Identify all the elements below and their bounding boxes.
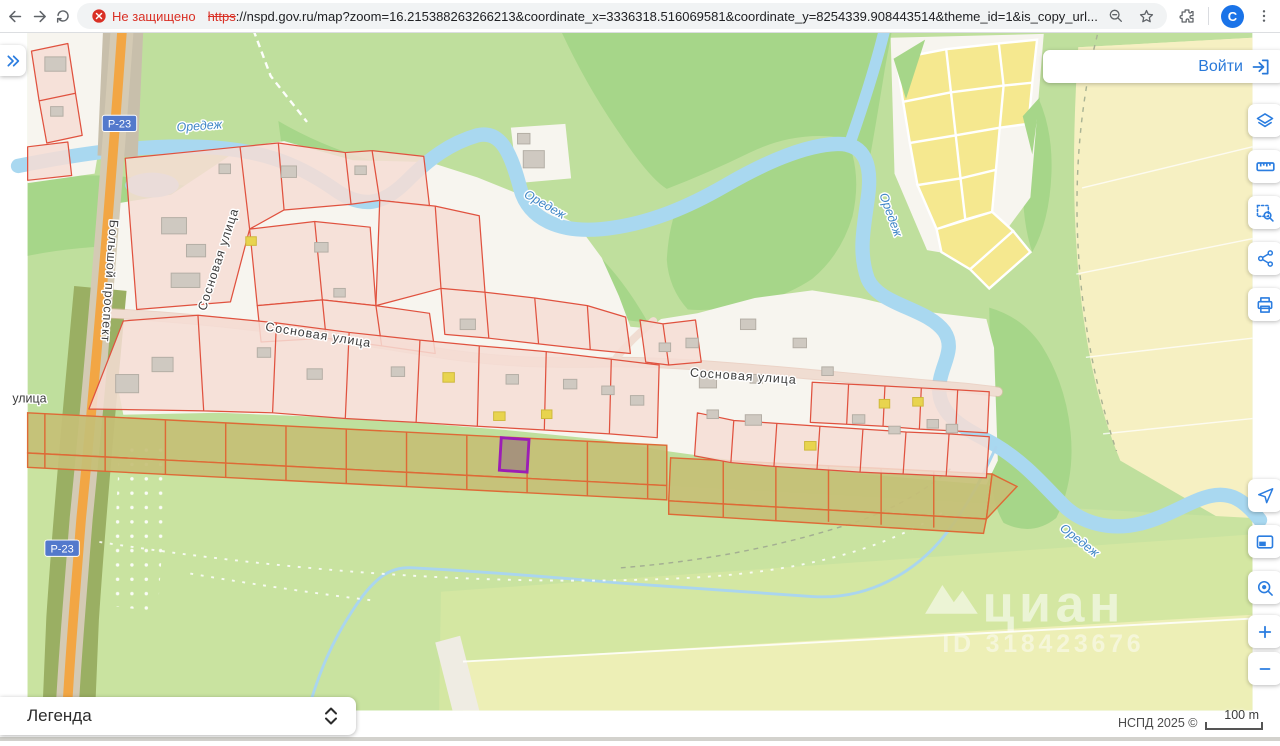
zoom-out-button[interactable] bbox=[1248, 652, 1280, 685]
zoom-in-button[interactable] bbox=[1248, 615, 1280, 648]
error-icon bbox=[92, 9, 106, 23]
login-label: Войти bbox=[1198, 57, 1243, 75]
road-badge-p23-bottom: Р-23 bbox=[44, 539, 80, 557]
forward-icon[interactable] bbox=[28, 5, 50, 27]
browser-toolbar: Не защищено https://nspd.gov.ru/map?zoom… bbox=[0, 0, 1280, 33]
address-bar[interactable]: Не защищено https://nspd.gov.ru/map?zoom… bbox=[77, 3, 1167, 29]
login-bar[interactable]: Войти bbox=[1043, 50, 1280, 83]
scale-bar: 100 m bbox=[1205, 708, 1263, 730]
search-location-icon bbox=[1257, 580, 1273, 596]
watermark-id: ID 318423676 bbox=[942, 630, 1144, 658]
back-icon[interactable] bbox=[4, 5, 26, 27]
legend-label: Легенда bbox=[27, 706, 92, 725]
legend-collapse-icon[interactable] bbox=[324, 707, 338, 725]
minimap-button[interactable] bbox=[1248, 525, 1280, 558]
profile-avatar[interactable]: C bbox=[1221, 4, 1244, 28]
watermark-brand: циан bbox=[983, 574, 1126, 632]
double-chevron-right-icon bbox=[7, 54, 20, 67]
search-location-button[interactable] bbox=[1248, 571, 1280, 604]
road-badge-p23-top: Р-23 bbox=[101, 114, 138, 132]
street-ulitsa-label: улица bbox=[12, 391, 46, 405]
scale-line bbox=[1205, 722, 1263, 730]
url-rest: ://nspd.gov.ru/map?zoom=16.2153882632662… bbox=[235, 8, 1098, 24]
minimap-icon bbox=[1256, 534, 1274, 549]
share-button[interactable] bbox=[1248, 242, 1280, 275]
toolbar-divider bbox=[1208, 7, 1209, 25]
plus-icon bbox=[1258, 625, 1272, 638]
bookmark-star-icon[interactable] bbox=[1138, 8, 1155, 25]
share-icon bbox=[1257, 250, 1273, 267]
area-select-button[interactable] bbox=[1248, 196, 1280, 229]
expand-panel-button[interactable] bbox=[0, 45, 26, 76]
locate-icon bbox=[1257, 488, 1273, 504]
bottom-edge-strip bbox=[0, 737, 1280, 741]
menu-kebab-icon[interactable] bbox=[1256, 8, 1272, 24]
ruler-icon bbox=[1255, 162, 1275, 172]
print-icon bbox=[1257, 296, 1273, 313]
url-text: https://nspd.gov.ru/map?zoom=16.21538826… bbox=[208, 9, 1108, 24]
minus-icon bbox=[1259, 667, 1271, 670]
locate-button[interactable] bbox=[1248, 479, 1280, 512]
map-canvas[interactable]: Р-23 Р-23 Оредеж Оредеж Оредеж Оредеж Бо… bbox=[0, 22, 1280, 741]
layers-button[interactable] bbox=[1248, 104, 1280, 137]
extensions-icon[interactable] bbox=[1178, 7, 1196, 25]
svg-text:Р-23: Р-23 bbox=[50, 544, 73, 556]
scale-label: 100 m bbox=[1224, 708, 1259, 722]
security-label: Не защищено bbox=[112, 8, 196, 24]
selected-parcel[interactable] bbox=[497, 436, 531, 474]
reload-icon[interactable] bbox=[52, 5, 74, 27]
url-protocol: https bbox=[207, 8, 236, 24]
legend-bar[interactable]: Легенда bbox=[0, 697, 356, 735]
page-zoom-icon[interactable] bbox=[1108, 8, 1124, 24]
login-icon bbox=[1252, 58, 1269, 75]
security-badge[interactable]: Не защищено bbox=[91, 8, 196, 24]
svg-text:Р-23: Р-23 bbox=[108, 119, 131, 131]
measure-button[interactable] bbox=[1248, 150, 1280, 183]
layers-icon bbox=[1256, 112, 1274, 127]
map-attribution: НСПД 2025 © bbox=[1118, 716, 1198, 730]
select-search-icon bbox=[1256, 204, 1274, 222]
print-button[interactable] bbox=[1248, 288, 1280, 321]
